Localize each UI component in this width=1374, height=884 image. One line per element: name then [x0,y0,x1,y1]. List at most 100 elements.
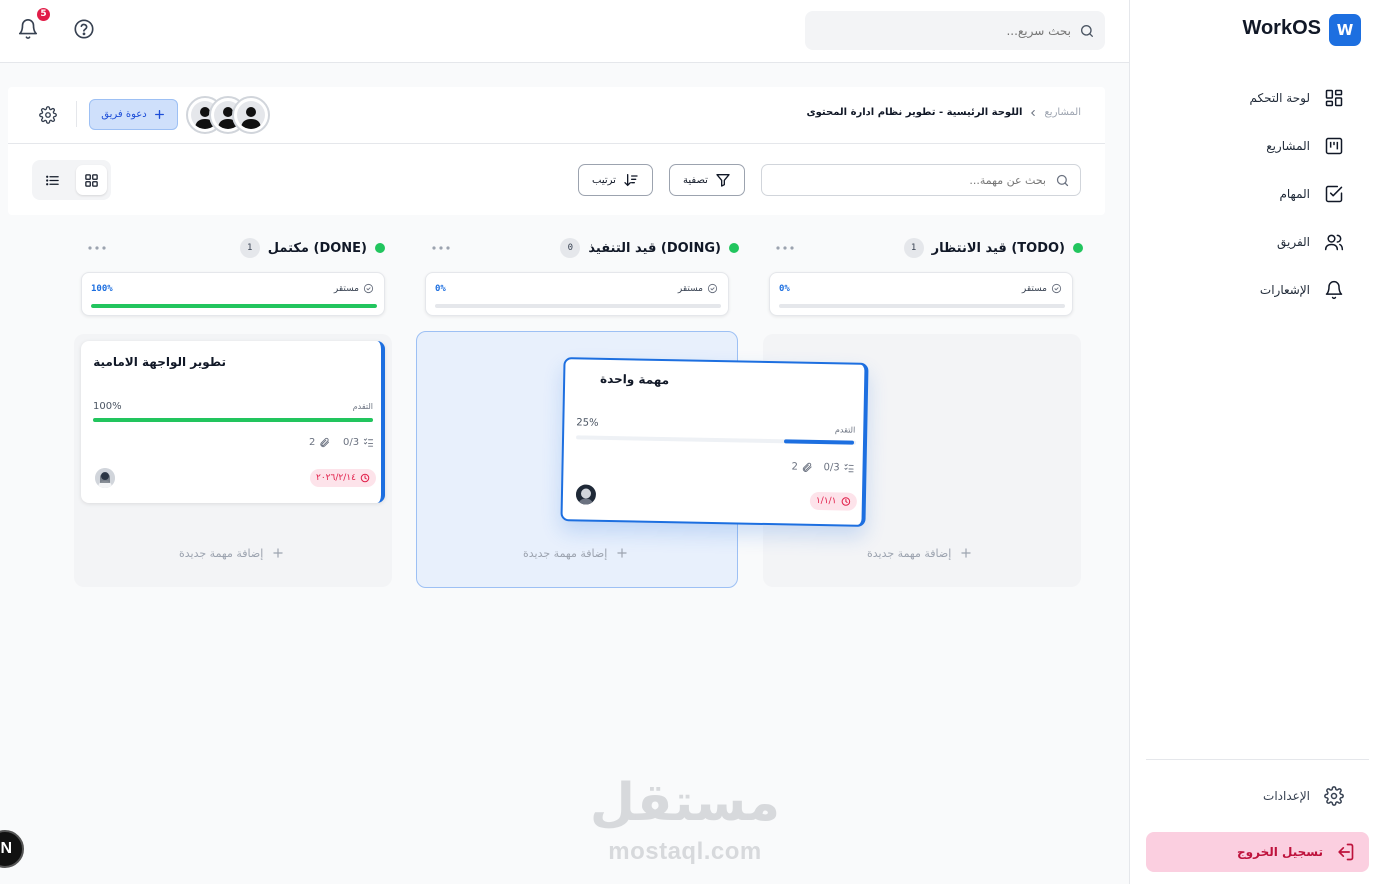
column-title: قيد التنفيذ (DOING) [588,240,721,256]
sidebar-item-projects[interactable]: المشاريع [1146,128,1358,164]
sidebar-item-notifications[interactable]: الإشعارات [1146,272,1358,308]
task-due-date: ٢٠٢٦/٢/١٤ [310,469,376,487]
logout-button[interactable]: تسجيل الخروج [1146,832,1369,872]
column-title: قيد الانتظار (TODO) [931,240,1065,256]
quick-search-box [805,11,1105,50]
task-search-box [761,164,1081,196]
sidebar-item-label: لوحة التحكم [1249,91,1311,105]
column-status-label: مستقر [677,283,703,294]
grid-view-button[interactable] [76,165,107,195]
column-count-badge: 1 [239,238,260,258]
attachments-count: 2 [309,437,316,448]
sidebar-item-team[interactable]: الفريق [1146,224,1358,260]
task-progress-percent: 100% [93,401,122,412]
search-icon [1056,174,1069,187]
column-progress-done: 100% مستقر [81,272,385,316]
sidebar-item-label: المشاريع [1266,139,1310,153]
task-subtasks: 0/3 [343,437,374,448]
column-progress-track [435,304,721,308]
status-dot [375,243,385,253]
task-attachments: 2 [309,437,330,448]
column-header-doing: قيد التنفيذ (DOING) 0 [429,238,739,258]
attachments-count: 2 [791,461,799,473]
column-progress-track [91,304,377,308]
sort-button[interactable]: ترتيب [578,164,653,196]
sidebar-divider [1146,759,1369,760]
sort-label: ترتيب [592,174,616,186]
add-task-label: إضافة مهمة جديدة [867,546,952,560]
assignee-avatar[interactable] [95,468,115,488]
check-circle-icon [363,283,374,294]
sidebar: W WorkOS لوحة التحكم المشاريع المهام الف… [1129,0,1374,884]
brand-logo[interactable]: W [1329,14,1361,46]
corner-badge[interactable]: N [0,830,24,868]
invite-team-button[interactable]: دعوة فريق [89,99,178,130]
filter-label: تصفية [683,174,708,186]
sidebar-item-label: المهام [1279,187,1310,201]
assignee-avatar[interactable] [575,484,597,505]
status-dot [1073,243,1083,253]
sidebar-item-settings[interactable]: الإعدادات [1146,778,1358,814]
column-progress-fill [91,304,377,308]
breadcrumb: المشاريع اللوحة الرئيسية - تطوير نظام اد… [806,107,1081,118]
invite-label: دعوة فريق [101,109,147,120]
check-square-icon [1325,185,1343,203]
status-dot [729,243,739,253]
list-view-button[interactable] [37,165,68,195]
board-header: المشاريع اللوحة الرئيسية - تطوير نظام اد… [8,87,1105,215]
help-icon [74,19,94,39]
add-task-button-todo[interactable]: إضافة مهمة جديدة [867,544,973,562]
column-progress-track [779,304,1065,308]
column-progress-percent: 0% [779,284,790,294]
column-progress-todo: 0% مستقر [769,272,1073,316]
user-photo-icon [95,468,115,488]
view-toggle [32,160,111,200]
sidebar-item-dashboard[interactable]: لوحة التحكم [1146,80,1358,116]
task-title: مهمة واحدة [599,371,670,388]
task-progress-fill [93,418,373,422]
gear-icon [1324,786,1344,806]
help-button[interactable] [73,18,95,40]
header-divider [76,101,77,127]
due-date-text: ٢٠٢٦/٢/١٤ [316,473,356,483]
filter-button[interactable]: تصفية [669,164,745,196]
breadcrumb-root[interactable]: المشاريع [1044,107,1081,118]
add-task-button-doing[interactable]: إضافة مهمة جديدة [523,544,629,562]
notification-count-badge: 5 [37,8,50,21]
users-icon [1324,234,1344,251]
column-count-badge: 1 [903,238,924,258]
add-task-button-done[interactable]: إضافة مهمة جديدة [179,544,285,562]
clock-icon [841,497,850,506]
task-title: تطوير الواجهة الامامية [93,355,226,369]
search-icon [1081,25,1093,37]
task-search-input[interactable] [776,165,1046,195]
column-progress-doing: 0% مستقر [425,272,729,316]
quick-search-input[interactable] [821,11,1071,50]
team-avatars[interactable] [186,96,274,134]
avatar [232,96,270,134]
user-silhouette-icon [241,107,261,129]
sidebar-item-tasks[interactable]: المهام [1146,176,1358,212]
notifications-button[interactable] [17,18,39,40]
add-task-label: إضافة مهمة جديدة [523,546,608,560]
logout-label: تسجيل الخروج [1237,845,1323,859]
column-status-label: مستقر [1021,283,1047,294]
task-progress-label: التقدم [352,402,373,411]
filter-icon [716,174,730,187]
clock-icon [360,473,370,483]
column-title: مكتمل (DONE) [267,240,367,256]
sidebar-item-label: الإشعارات [1259,283,1310,297]
column-header-todo: قيد الانتظار (TODO) 1 [773,238,1083,258]
dragging-task-card[interactable]: مهمة واحدة التقدم 25% 2 0/3 ١/١/١ [560,357,869,527]
more-horizontal-icon[interactable] [85,238,109,258]
logout-icon [1338,843,1354,861]
due-date-text: ١/١/١ [815,495,837,507]
task-progress-percent: 25% [576,417,599,429]
more-horizontal-icon[interactable] [773,238,797,258]
task-card[interactable]: تطوير الواجهة الامامية التقدم 100% 2 0/3… [81,341,385,503]
more-horizontal-icon[interactable] [429,238,453,258]
bell-icon [1325,280,1343,300]
column-status: مستقر [334,283,374,294]
sidebar-item-label: الفريق [1276,235,1310,249]
board-settings-button[interactable] [39,106,57,124]
